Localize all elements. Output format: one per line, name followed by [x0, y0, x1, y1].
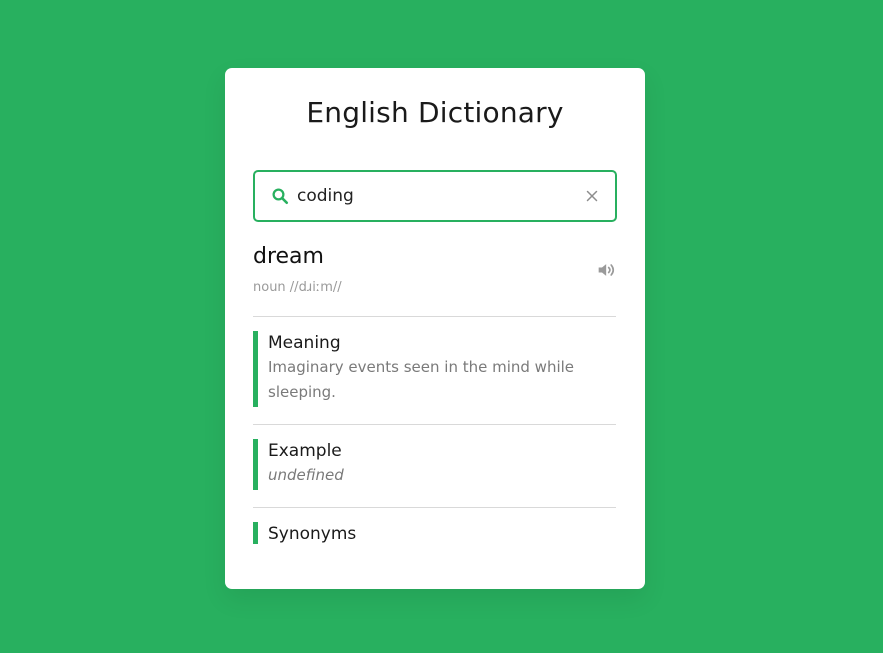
divider — [253, 507, 616, 508]
divider — [253, 316, 616, 317]
search-icon — [272, 188, 289, 205]
example-title: Example — [268, 441, 342, 461]
app-title: English Dictionary — [306, 96, 564, 129]
search-box[interactable] — [253, 170, 617, 222]
result-phonetic: noun //dɹiːm// — [253, 280, 342, 295]
meaning-title: Meaning — [268, 333, 341, 353]
example-section: Example undefined — [253, 439, 616, 490]
dictionary-card: English Dictionary dream noun //dɹiːm// … — [225, 68, 645, 589]
meaning-text: Imaginary events seen in the mind while … — [268, 358, 575, 401]
result-word: dream — [253, 244, 324, 269]
synonyms-section: Synonyms — [253, 522, 616, 544]
meaning-section: Meaning Imaginary events seen in the min… — [253, 331, 616, 407]
search-input[interactable] — [297, 182, 577, 210]
volume-icon[interactable] — [597, 261, 617, 279]
divider — [253, 424, 616, 425]
synonyms-title: Synonyms — [268, 524, 357, 544]
example-text: undefined — [268, 466, 344, 484]
close-icon[interactable] — [583, 187, 601, 205]
